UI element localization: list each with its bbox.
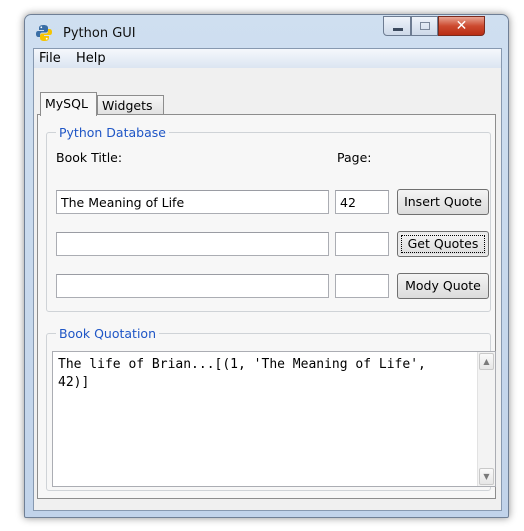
quotation-text: The life of Brian...[(1, 'The Meaning of… bbox=[58, 357, 434, 390]
page-input-1[interactable]: 42 bbox=[335, 190, 389, 214]
book-title-input-3[interactable] bbox=[56, 274, 329, 298]
page-input-2[interactable] bbox=[335, 232, 389, 256]
minimize-icon bbox=[393, 28, 403, 31]
python-database-group: Python Database Book Title: Page: The Me… bbox=[46, 125, 491, 312]
book-title-input-2[interactable] bbox=[56, 232, 329, 256]
book-title-label: Book Title: bbox=[56, 150, 123, 165]
book-title-input-1[interactable]: The Meaning of Life bbox=[56, 190, 329, 214]
title-bar[interactable]: Python GUI ✕ bbox=[25, 15, 508, 48]
tab-widgets[interactable]: Widgets bbox=[97, 95, 164, 115]
python-database-group-title: Python Database bbox=[56, 125, 169, 140]
get-quotes-button[interactable]: Get Quotes bbox=[397, 231, 489, 257]
page-label: Page: bbox=[337, 150, 372, 165]
mody-quote-button[interactable]: Mody Quote bbox=[397, 273, 489, 299]
maximize-button[interactable] bbox=[411, 16, 438, 36]
mysql-tab-content: Python Database Book Title: Page: The Me… bbox=[37, 114, 496, 499]
quotation-textarea[interactable]: The life of Brian...[(1, 'The Meaning of… bbox=[52, 351, 496, 487]
minimize-button[interactable] bbox=[383, 16, 411, 36]
menu-help[interactable]: Help bbox=[76, 51, 106, 66]
tab-mysql[interactable]: MySQL bbox=[40, 92, 97, 116]
maximize-icon bbox=[420, 22, 430, 30]
scroll-up-icon[interactable]: ▲ bbox=[479, 353, 494, 370]
page-input-3[interactable] bbox=[335, 274, 389, 298]
window-title: Python GUI bbox=[63, 26, 136, 41]
vertical-scrollbar[interactable]: ▲ ▼ bbox=[477, 352, 495, 486]
close-icon: ✕ bbox=[455, 18, 468, 34]
menu-bar: File Help bbox=[34, 49, 501, 68]
focus-ring bbox=[401, 235, 485, 253]
tab-mysql-label: MySQL bbox=[45, 96, 88, 111]
insert-quote-button[interactable]: Insert Quote bbox=[397, 189, 489, 215]
close-button[interactable]: ✕ bbox=[438, 16, 485, 36]
menu-file[interactable]: File bbox=[39, 51, 61, 66]
python-icon bbox=[36, 25, 52, 41]
tab-widgets-label: Widgets bbox=[102, 98, 153, 113]
book-quotation-group-title: Book Quotation bbox=[56, 326, 159, 341]
scroll-down-icon[interactable]: ▼ bbox=[479, 468, 494, 485]
